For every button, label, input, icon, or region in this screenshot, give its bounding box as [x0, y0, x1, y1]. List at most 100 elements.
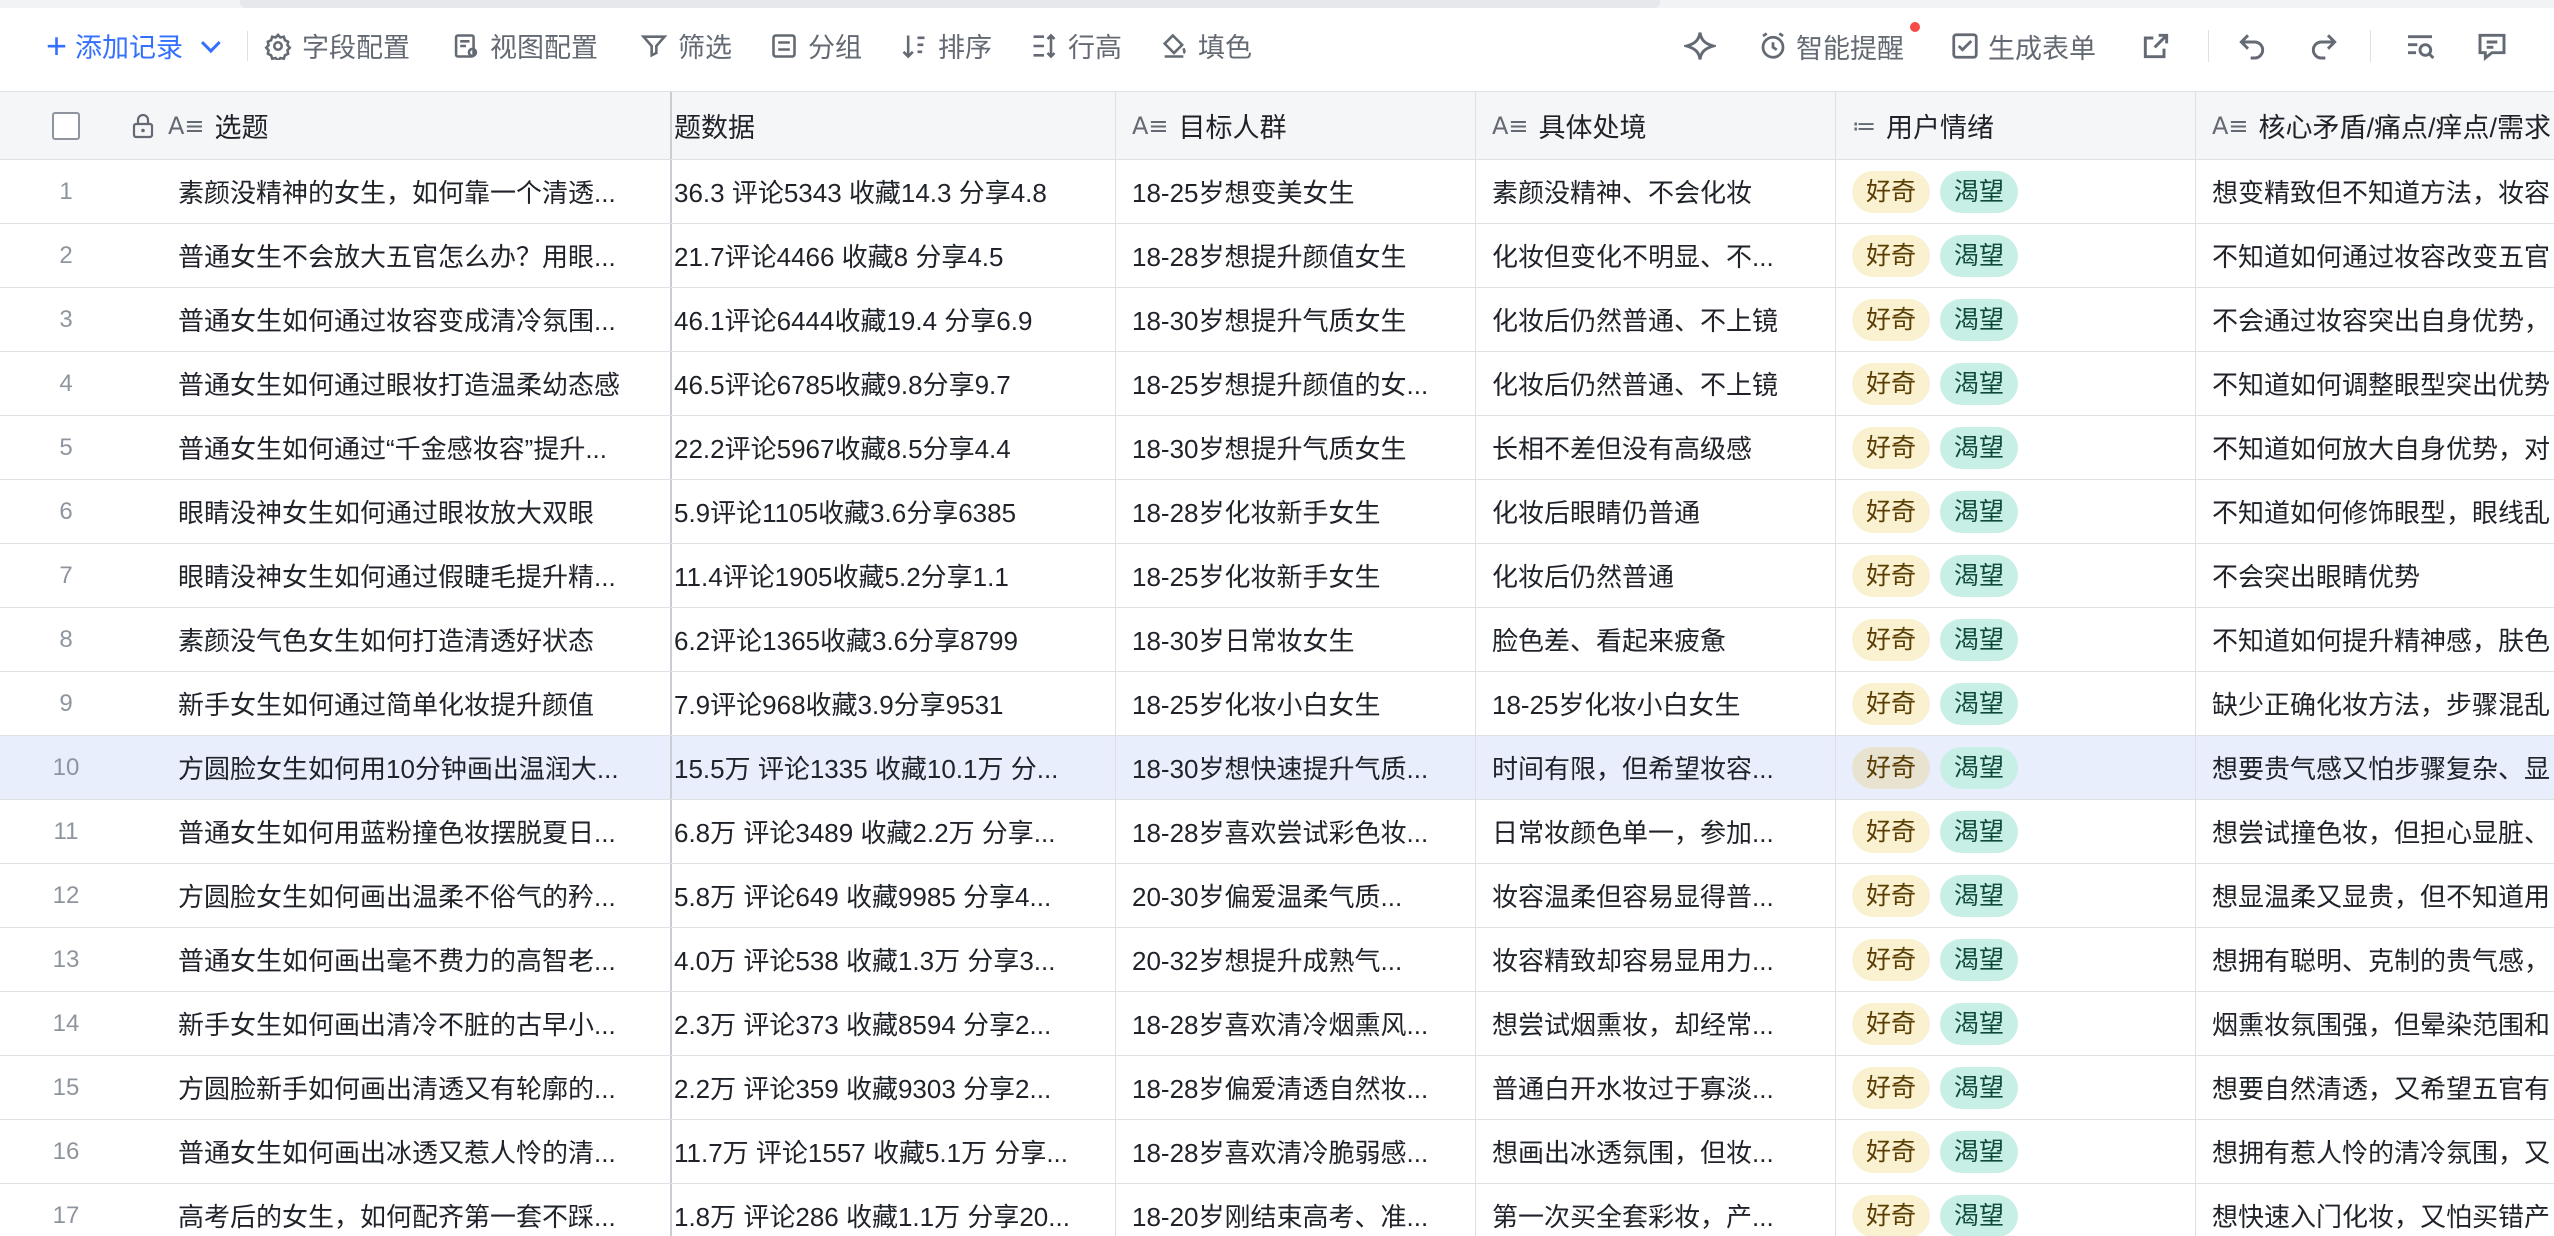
cell-emotion[interactable]: 好奇 渴望: [1836, 544, 2196, 607]
cell-audience[interactable]: 20-30岁偏爱温柔气质...: [1116, 864, 1476, 927]
cell-core[interactable]: 想要自然清透，又希望五官有: [2196, 1056, 2554, 1119]
cell-title[interactable]: 素颜没气色女生如何打造清透好状态: [132, 608, 672, 671]
table-row[interactable]: 6 眼睛没神女生如何通过眼妆放大双眼 5.9评论1105收藏3.6分享6385 18-…: [0, 480, 2554, 544]
table-row[interactable]: 11 普通女生如何用蓝粉撞色妆摆脱夏日... 6.8万 评论3489 收藏2.2万 …: [0, 800, 2554, 864]
smart-remind-button[interactable]: 智能提醒: [1758, 0, 1904, 92]
cell-situation[interactable]: 素颜没精神、不会化妆: [1476, 160, 1836, 223]
cell-title[interactable]: 素颜没精神的女生，如何靠一个清透...: [132, 160, 672, 223]
field-config-button[interactable]: 字段配置: [264, 26, 410, 65]
cell-data[interactable]: 2.3万 评论373 收藏8594 分享2...: [672, 992, 1116, 1055]
cell-audience[interactable]: 18-28岁喜欢尝试彩色妆...: [1116, 800, 1476, 863]
cell-situation[interactable]: 化妆后仍然普通、不上镜: [1476, 352, 1836, 415]
cell-situation[interactable]: 第一次买全套彩妆，产...: [1476, 1184, 1836, 1236]
cell-emotion[interactable]: 好奇 渴望: [1836, 1120, 2196, 1183]
cell-core[interactable]: 不知道如何放大自身优势，对: [2196, 416, 2554, 479]
cell-emotion[interactable]: 好奇 渴望: [1836, 736, 2196, 799]
table-row[interactable]: 16 普通女生如何画出冰透又惹人怜的清... 11.7万 评论1557 收藏5.1万…: [0, 1120, 2554, 1184]
cell-data[interactable]: 15.5万 评论1335 收藏10.1万 分...: [672, 736, 1116, 799]
cell-situation[interactable]: 想尝试烟熏妆，却经常...: [1476, 992, 1836, 1055]
column-header-emotion[interactable]: ≔ 用户情绪: [1836, 92, 2196, 159]
cell-data[interactable]: 7.9评论968收藏3.9分享9531: [672, 672, 1116, 735]
cell-title[interactable]: 方圆脸女生如何画出温柔不俗气的矜...: [132, 864, 672, 927]
cell-emotion[interactable]: 好奇 渴望: [1836, 608, 2196, 671]
cell-title[interactable]: 方圆脸女生如何用10分钟画出温润大...: [132, 736, 672, 799]
column-header-core[interactable]: A≡ 核心矛盾/痛点/痒点/需求: [2196, 92, 2554, 159]
cell-core[interactable]: 缺少正确化妆方法，步骤混乱: [2196, 672, 2554, 735]
cell-situation[interactable]: 化妆后眼睛仍普通: [1476, 480, 1836, 543]
cell-title[interactable]: 普通女生如何用蓝粉撞色妆摆脱夏日...: [132, 800, 672, 863]
column-header-title[interactable]: A≡ 选题: [132, 92, 672, 159]
cell-core[interactable]: 不知道如何修饰眼型，眼线乱: [2196, 480, 2554, 543]
cell-title[interactable]: 新手女生如何画出清冷不脏的古早小...: [132, 992, 672, 1055]
table-row[interactable]: 9 新手女生如何通过简单化妆提升颜值 7.9评论968收藏3.9分享9531 18-2…: [0, 672, 2554, 736]
cell-situation[interactable]: 长相不差但没有高级感: [1476, 416, 1836, 479]
cell-core[interactable]: 不会通过妆容突出自身优势，: [2196, 288, 2554, 351]
cell-core[interactable]: 想尝试撞色妆，但担心显脏、: [2196, 800, 2554, 863]
view-config-button[interactable]: 视图配置: [452, 26, 598, 65]
cell-core[interactable]: 不知道如何提升精神感，肤色: [2196, 608, 2554, 671]
cell-data[interactable]: 1.8万 评论286 收藏1.1万 分享20...: [672, 1184, 1116, 1236]
cell-audience[interactable]: 18-28岁喜欢清冷烟熏风...: [1116, 992, 1476, 1055]
table-row[interactable]: 10 方圆脸女生如何用10分钟画出温润大... 15.5万 评论1335 收藏10.…: [0, 736, 2554, 800]
redo-button[interactable]: [2308, 30, 2340, 62]
ai-sparkle-button[interactable]: [1681, 30, 1719, 62]
cell-audience[interactable]: 18-25岁想变美女生: [1116, 160, 1476, 223]
table-row[interactable]: 4 普通女生如何通过眼妆打造温柔幼态感 46.5评论6785收藏9.8分享9.7 18…: [0, 352, 2554, 416]
cell-emotion[interactable]: 好奇 渴望: [1836, 672, 2196, 735]
cell-data[interactable]: 46.1评论6444收藏19.4 分享6.9: [672, 288, 1116, 351]
cell-emotion[interactable]: 好奇 渴望: [1836, 1056, 2196, 1119]
cell-core[interactable]: 不知道如何调整眼型突出优势: [2196, 352, 2554, 415]
cell-data[interactable]: 4.0万 评论538 收藏1.3万 分享3...: [672, 928, 1116, 991]
cell-situation[interactable]: 18-25岁化妆小白女生: [1476, 672, 1836, 735]
cell-data[interactable]: 46.5评论6785收藏9.8分享9.7: [672, 352, 1116, 415]
cell-core[interactable]: 不会突出眼睛优势: [2196, 544, 2554, 607]
cell-title[interactable]: 新手女生如何通过简单化妆提升颜值: [132, 672, 672, 735]
column-header-data[interactable]: 题数据: [672, 92, 1116, 159]
cell-emotion[interactable]: 好奇 渴望: [1836, 160, 2196, 223]
cell-data[interactable]: 11.7万 评论1557 收藏5.1万 分享...: [672, 1120, 1116, 1183]
filter-button[interactable]: 筛选: [640, 26, 732, 65]
table-row[interactable]: 5 普通女生如何通过“千金感妆容”提升... 22.2评论5967收藏8.5分享4.…: [0, 416, 2554, 480]
comment-button[interactable]: [2476, 30, 2508, 62]
cell-data[interactable]: 6.8万 评论3489 收藏2.2万 分享...: [672, 800, 1116, 863]
cell-data[interactable]: 11.4评论1905收藏5.2分享1.1: [672, 544, 1116, 607]
table-row[interactable]: 7 眼睛没神女生如何通过假睫毛提升精... 11.4评论1905收藏5.2分享1.1…: [0, 544, 2554, 608]
cell-core[interactable]: 烟熏妆氛围强，但晕染范围和: [2196, 992, 2554, 1055]
cell-situation[interactable]: 化妆后仍然普通、不上镜: [1476, 288, 1836, 351]
cell-situation[interactable]: 化妆后仍然普通: [1476, 544, 1836, 607]
cell-situation[interactable]: 普通白开水妆过于寡淡...: [1476, 1056, 1836, 1119]
cell-core[interactable]: 想要贵气感又怕步骤复杂、显: [2196, 736, 2554, 799]
cell-audience[interactable]: 20-32岁想提升成熟气...: [1116, 928, 1476, 991]
cell-title[interactable]: 普通女生如何通过妆容变成清冷氛围...: [132, 288, 672, 351]
cell-audience[interactable]: 18-20岁刚结束高考、准...: [1116, 1184, 1476, 1236]
cell-emotion[interactable]: 好奇 渴望: [1836, 800, 2196, 863]
select-all-checkbox[interactable]: [52, 111, 80, 140]
cell-data[interactable]: 5.8万 评论649 收藏9985 分享4...: [672, 864, 1116, 927]
cell-data[interactable]: 21.7评论4466 收藏8 分享4.5: [672, 224, 1116, 287]
table-row[interactable]: 17 高考后的女生，如何配齐第一套不踩... 1.8万 评论286 收藏1.1万 分…: [0, 1184, 2554, 1236]
cell-title[interactable]: 普通女生如何画出冰透又惹人怜的清...: [132, 1120, 672, 1183]
table-row[interactable]: 12 方圆脸女生如何画出温柔不俗气的矜... 5.8万 评论649 收藏9985 分…: [0, 864, 2554, 928]
cell-emotion[interactable]: 好奇 渴望: [1836, 992, 2196, 1055]
cell-audience[interactable]: 18-30岁想快速提升气质...: [1116, 736, 1476, 799]
cell-title[interactable]: 眼睛没神女生如何通过假睫毛提升精...: [132, 544, 672, 607]
cell-title[interactable]: 普通女生如何通过“千金感妆容”提升...: [132, 416, 672, 479]
cell-situation[interactable]: 化妆但变化不明显、不...: [1476, 224, 1836, 287]
cell-core[interactable]: 想快速入门化妆，又怕买错产: [2196, 1184, 2554, 1236]
cell-emotion[interactable]: 好奇 渴望: [1836, 480, 2196, 543]
table-row[interactable]: 15 方圆脸新手如何画出清透又有轮廓的... 2.2万 评论359 收藏9303 分…: [0, 1056, 2554, 1120]
table-row[interactable]: 2 普通女生不会放大五官怎么办？用眼... 21.7评论4466 收藏8 分享4.5…: [0, 224, 2554, 288]
cell-core[interactable]: 想拥有聪明、克制的贵气感，: [2196, 928, 2554, 991]
cell-audience[interactable]: 18-30岁想提升气质女生: [1116, 416, 1476, 479]
cell-title[interactable]: 普通女生不会放大五官怎么办？用眼...: [132, 224, 672, 287]
undo-button[interactable]: [2236, 30, 2268, 62]
cell-situation[interactable]: 妆容温柔但容易显得普...: [1476, 864, 1836, 927]
table-row[interactable]: 8 素颜没气色女生如何打造清透好状态 6.2评论1365收藏3.6分享8799 18-…: [0, 608, 2554, 672]
fill-color-button[interactable]: 填色: [1160, 26, 1252, 65]
share-button[interactable]: [2140, 30, 2172, 62]
cell-audience[interactable]: 18-28岁想提升颜值女生: [1116, 224, 1476, 287]
cell-core[interactable]: 想显温柔又显贵，但不知道用: [2196, 864, 2554, 927]
cell-emotion[interactable]: 好奇 渴望: [1836, 416, 2196, 479]
cell-audience[interactable]: 18-30岁日常妆女生: [1116, 608, 1476, 671]
row-height-button[interactable]: 行高: [1030, 26, 1122, 65]
